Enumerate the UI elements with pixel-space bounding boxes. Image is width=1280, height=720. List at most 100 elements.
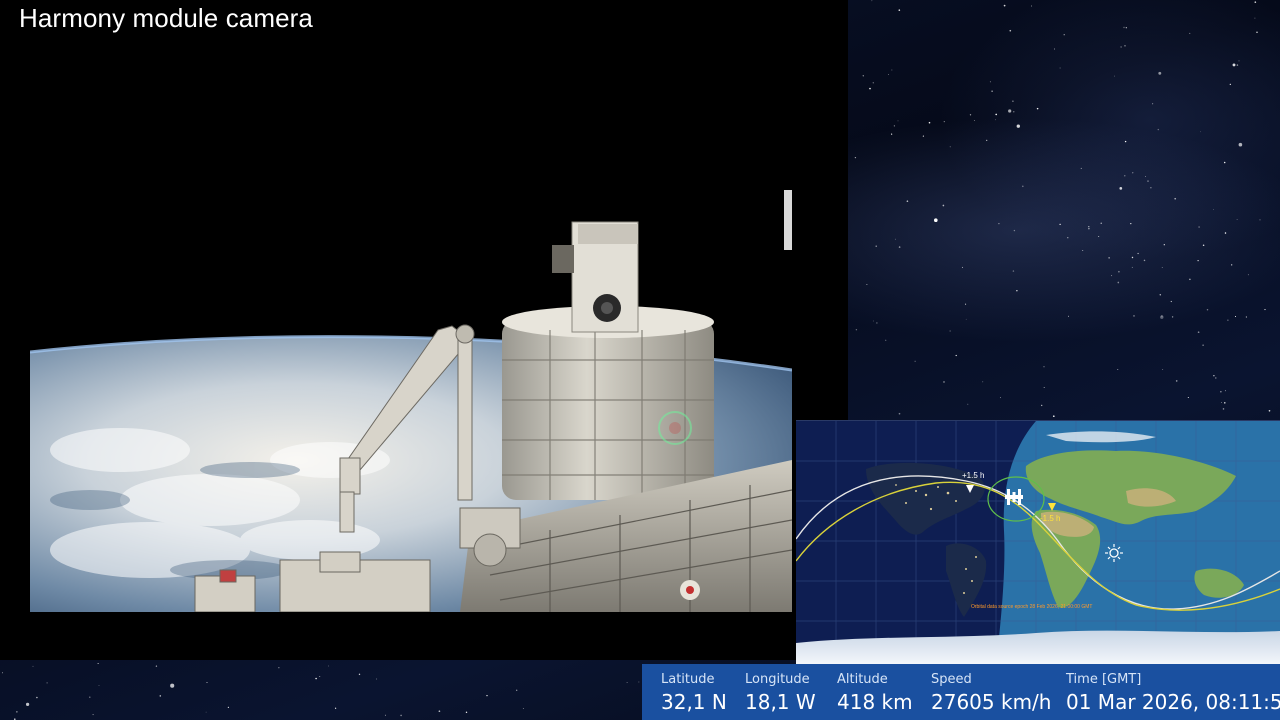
- speed-label: Speed: [931, 672, 972, 687]
- star: [1082, 249, 1084, 252]
- star: [1171, 316, 1174, 318]
- star: [1130, 223, 1132, 225]
- star: [1231, 264, 1233, 266]
- star: [1124, 45, 1126, 47]
- star: [898, 412, 901, 415]
- star: [999, 397, 1001, 399]
- star: [1264, 309, 1266, 311]
- star: [1254, 1, 1257, 3]
- star: [1119, 187, 1123, 190]
- star: [1197, 259, 1199, 262]
- star: [1080, 167, 1082, 169]
- star: [319, 675, 321, 678]
- telemetry-bar: Latitude 32,1 N Longitude 18,1 W Altitud…: [642, 664, 1280, 720]
- star: [25, 702, 30, 707]
- camera-title: Harmony module camera: [19, 3, 313, 33]
- star: [943, 121, 945, 123]
- star: [89, 696, 91, 698]
- star: [1158, 71, 1162, 75]
- star: [1043, 366, 1045, 368]
- star: [1213, 375, 1215, 377]
- star: [888, 74, 889, 75]
- star: [891, 69, 893, 71]
- star: [1222, 408, 1225, 410]
- star: [928, 121, 931, 124]
- star: [1052, 415, 1055, 418]
- star: [1198, 226, 1200, 228]
- star: [638, 681, 640, 683]
- star: [1224, 390, 1226, 392]
- longitude-value: 18,1 W: [745, 690, 816, 714]
- star: [1268, 409, 1271, 412]
- star: [1043, 387, 1045, 388]
- star: [1238, 142, 1243, 147]
- star: [1200, 131, 1202, 133]
- star: [1202, 244, 1205, 246]
- star: [1236, 64, 1239, 66]
- star: [1159, 294, 1162, 296]
- star: [1118, 270, 1120, 273]
- star: [1009, 29, 1012, 32]
- camera-feed-video: [30, 30, 792, 612]
- star: [1125, 27, 1127, 29]
- star: [384, 714, 386, 716]
- orbit-epoch-note: Orbital data source epoch 28 Feb 2026, 2…: [971, 604, 1092, 610]
- star: [875, 245, 877, 247]
- star: [205, 711, 207, 713]
- star: [1220, 402, 1222, 403]
- star: [1059, 223, 1061, 226]
- star: [1161, 267, 1163, 268]
- star: [1189, 278, 1191, 281]
- star: [943, 381, 945, 383]
- star: [1012, 100, 1014, 103]
- star: [866, 284, 868, 285]
- star: [1150, 187, 1152, 189]
- star: [516, 689, 518, 691]
- star: [1147, 180, 1149, 182]
- star: [1088, 226, 1090, 228]
- star: [1131, 256, 1134, 259]
- star: [1063, 34, 1065, 36]
- star: [989, 81, 991, 83]
- star: [1059, 67, 1061, 69]
- star: [965, 318, 967, 320]
- star: [1124, 140, 1127, 143]
- latitude-value: 32,1 N: [661, 690, 727, 714]
- star: [1227, 319, 1229, 321]
- star: [934, 218, 938, 222]
- star: [1229, 83, 1231, 86]
- star: [2, 672, 4, 674]
- star: [159, 695, 162, 697]
- star: [334, 707, 337, 709]
- star: [1100, 222, 1102, 224]
- star: [1013, 111, 1015, 113]
- star: [1236, 219, 1238, 220]
- star: [1238, 60, 1240, 62]
- star: [854, 156, 857, 159]
- star: [1008, 109, 1012, 113]
- star: [465, 711, 468, 714]
- star: [36, 696, 38, 699]
- star: [949, 146, 951, 148]
- star: [1124, 175, 1126, 177]
- star: [1144, 176, 1146, 177]
- star: [876, 322, 878, 324]
- star: [1117, 281, 1120, 284]
- star: [862, 75, 864, 77]
- star: [1163, 244, 1165, 246]
- star: [1152, 103, 1154, 105]
- star: [1117, 368, 1119, 370]
- altitude-label: Altitude: [837, 672, 888, 687]
- star: [1003, 4, 1006, 7]
- star: [1088, 228, 1090, 230]
- star: [1189, 32, 1191, 34]
- star: [1016, 290, 1018, 292]
- star: [1215, 377, 1217, 379]
- star: [315, 677, 317, 680]
- star: [872, 82, 874, 84]
- star: [1137, 252, 1139, 255]
- star: [855, 329, 858, 331]
- star: [227, 706, 230, 709]
- star: [906, 200, 909, 202]
- star: [1120, 46, 1122, 48]
